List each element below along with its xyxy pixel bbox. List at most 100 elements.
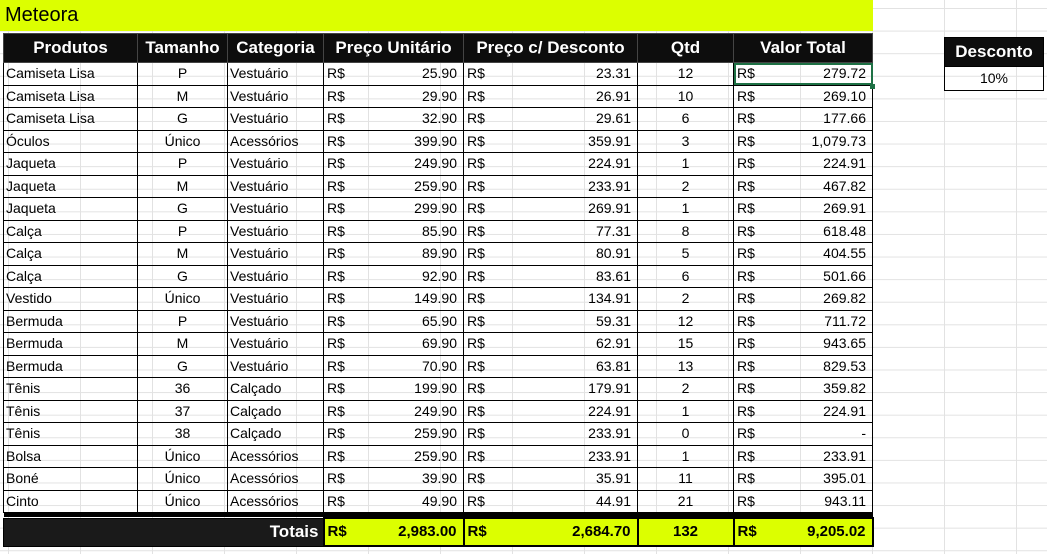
cell-qtd[interactable]: 3 (637, 129, 734, 153)
cell-categoria[interactable]: Calçado (227, 399, 324, 423)
cell-qtd[interactable]: 12 (637, 309, 734, 333)
cell-qtd[interactable]: 8 (637, 219, 734, 243)
cell-valor-total[interactable]: R$ - (733, 422, 873, 446)
cell-qtd[interactable]: 0 (637, 422, 734, 446)
cell-preco[interactable]: R$ 25.90 (323, 62, 464, 86)
cell-produto[interactable]: Tênis (3, 422, 138, 446)
cell-categoria[interactable]: Vestuário (227, 174, 324, 198)
discount-header[interactable]: Desconto (944, 37, 1044, 67)
cell-categoria[interactable]: Acessórios (227, 467, 324, 491)
cell-qtd[interactable]: 15 (637, 332, 734, 356)
totals-valor-cell[interactable]: R$ 9,205.02 (732, 517, 874, 547)
header-preco-desconto[interactable]: Preço c/ Desconto (463, 33, 638, 63)
cell-desconto[interactable]: R$ 80.91 (463, 242, 638, 266)
cell-produto[interactable]: Camiseta Lisa (3, 107, 138, 131)
cell-desconto[interactable]: R$ 23.31 (463, 62, 638, 86)
cell-desconto[interactable]: R$ 59.31 (463, 309, 638, 333)
cell-categoria[interactable]: Vestuário (227, 287, 324, 311)
cell-produto[interactable]: Bermuda (3, 354, 138, 378)
cell-categoria[interactable]: Vestuário (227, 219, 324, 243)
cell-produto[interactable]: Tênis (3, 399, 138, 423)
cell-categoria[interactable]: Vestuário (227, 264, 324, 288)
cell-qtd[interactable]: 6 (637, 264, 734, 288)
discount-value[interactable]: 10% (944, 66, 1044, 91)
cell-categoria[interactable]: Acessórios (227, 444, 324, 468)
cell-produto[interactable]: Bolsa (3, 444, 138, 468)
title-band[interactable]: Meteora (0, 0, 873, 31)
cell-categoria[interactable]: Acessórios (227, 489, 324, 513)
cell-produto[interactable]: Camiseta Lisa (3, 62, 138, 86)
cell-categoria[interactable]: Vestuário (227, 242, 324, 266)
cell-tamanho[interactable]: Único (137, 287, 228, 311)
cell-valor-total[interactable]: R$ 269.82 (733, 287, 873, 311)
cell-preco[interactable]: R$ 92.90 (323, 264, 464, 288)
cell-valor-total[interactable]: R$ 224.91 (733, 399, 873, 423)
cell-desconto[interactable]: R$ 63.81 (463, 354, 638, 378)
cell-tamanho[interactable]: 36 (137, 377, 228, 401)
cell-preco[interactable]: R$ 49.90 (323, 489, 464, 513)
cell-valor-total[interactable]: R$ 269.91 (733, 197, 873, 221)
cell-desconto[interactable]: R$ 83.61 (463, 264, 638, 288)
cell-qtd[interactable]: 1 (637, 197, 734, 221)
cell-produto[interactable]: Cinto (3, 489, 138, 513)
cell-valor-total[interactable]: R$ 269.10 (733, 84, 873, 108)
cell-tamanho[interactable]: M (137, 242, 228, 266)
cell-desconto[interactable]: R$ 233.91 (463, 174, 638, 198)
cell-tamanho[interactable]: P (137, 309, 228, 333)
cell-tamanho[interactable]: 38 (137, 422, 228, 446)
cell-preco[interactable]: R$ 249.90 (323, 152, 464, 176)
cell-qtd[interactable]: 6 (637, 107, 734, 131)
cell-produto[interactable]: Vestido (3, 287, 138, 311)
cell-tamanho[interactable]: G (137, 107, 228, 131)
cell-preco[interactable]: R$ 70.90 (323, 354, 464, 378)
header-qtd[interactable]: Qtd (637, 33, 734, 63)
cell-produto[interactable]: Boné (3, 467, 138, 491)
cell-tamanho[interactable]: P (137, 62, 228, 86)
cell-qtd[interactable]: 13 (637, 354, 734, 378)
cell-tamanho[interactable]: Único (137, 467, 228, 491)
header-categoria[interactable]: Categoria (227, 33, 324, 63)
cell-categoria[interactable]: Vestuário (227, 62, 324, 86)
cell-preco[interactable]: R$ 399.90 (323, 129, 464, 153)
cell-produto[interactable]: Jaqueta (3, 197, 138, 221)
cell-preco[interactable]: R$ 39.90 (323, 467, 464, 491)
cell-categoria[interactable]: Vestuário (227, 354, 324, 378)
cell-valor-total[interactable]: R$ 829.53 (733, 354, 873, 378)
cell-tamanho[interactable]: P (137, 152, 228, 176)
cell-valor-total[interactable]: R$ 359.82 (733, 377, 873, 401)
cell-qtd[interactable]: 2 (637, 287, 734, 311)
cell-tamanho[interactable]: M (137, 332, 228, 356)
cell-produto[interactable]: Jaqueta (3, 152, 138, 176)
cell-desconto[interactable]: R$ 179.91 (463, 377, 638, 401)
header-preco-unitario[interactable]: Preço Unitário (323, 33, 464, 63)
cell-produto[interactable]: Calça (3, 219, 138, 243)
cell-preco[interactable]: R$ 65.90 (323, 309, 464, 333)
cell-tamanho[interactable]: Único (137, 489, 228, 513)
cell-categoria[interactable]: Vestuário (227, 152, 324, 176)
cell-valor-total[interactable]: R$ 711.72 (733, 309, 873, 333)
cell-desconto[interactable]: R$ 269.91 (463, 197, 638, 221)
header-valor-total[interactable]: Valor Total (733, 33, 873, 63)
cell-valor-total[interactable]: R$ 943.65 (733, 332, 873, 356)
cell-valor-total[interactable]: R$ 233.91 (733, 444, 873, 468)
cell-produto[interactable]: Calça (3, 264, 138, 288)
cell-tamanho[interactable]: M (137, 174, 228, 198)
cell-categoria[interactable]: Vestuário (227, 107, 324, 131)
cell-qtd[interactable]: 10 (637, 84, 734, 108)
cell-categoria[interactable]: Vestuário (227, 84, 324, 108)
cell-produto[interactable]: Calça (3, 242, 138, 266)
cell-qtd[interactable]: 21 (637, 489, 734, 513)
cell-tamanho[interactable]: M (137, 84, 228, 108)
header-tamanho[interactable]: Tamanho (137, 33, 228, 63)
cell-preco[interactable]: R$ 199.90 (323, 377, 464, 401)
cell-valor-total[interactable]: R$ 395.01 (733, 467, 873, 491)
totals-qtd[interactable]: 132 (636, 517, 735, 547)
cell-desconto[interactable]: R$ 134.91 (463, 287, 638, 311)
cell-categoria[interactable]: Acessórios (227, 129, 324, 153)
cell-preco[interactable]: R$ 249.90 (323, 399, 464, 423)
cell-categoria[interactable]: Vestuário (227, 197, 324, 221)
cell-valor-total[interactable]: R$ 467.82 (733, 174, 873, 198)
cell-produto[interactable]: Tênis (3, 377, 138, 401)
cell-preco[interactable]: R$ 259.90 (323, 174, 464, 198)
cell-valor-total[interactable]: R$ 618.48 (733, 219, 873, 243)
